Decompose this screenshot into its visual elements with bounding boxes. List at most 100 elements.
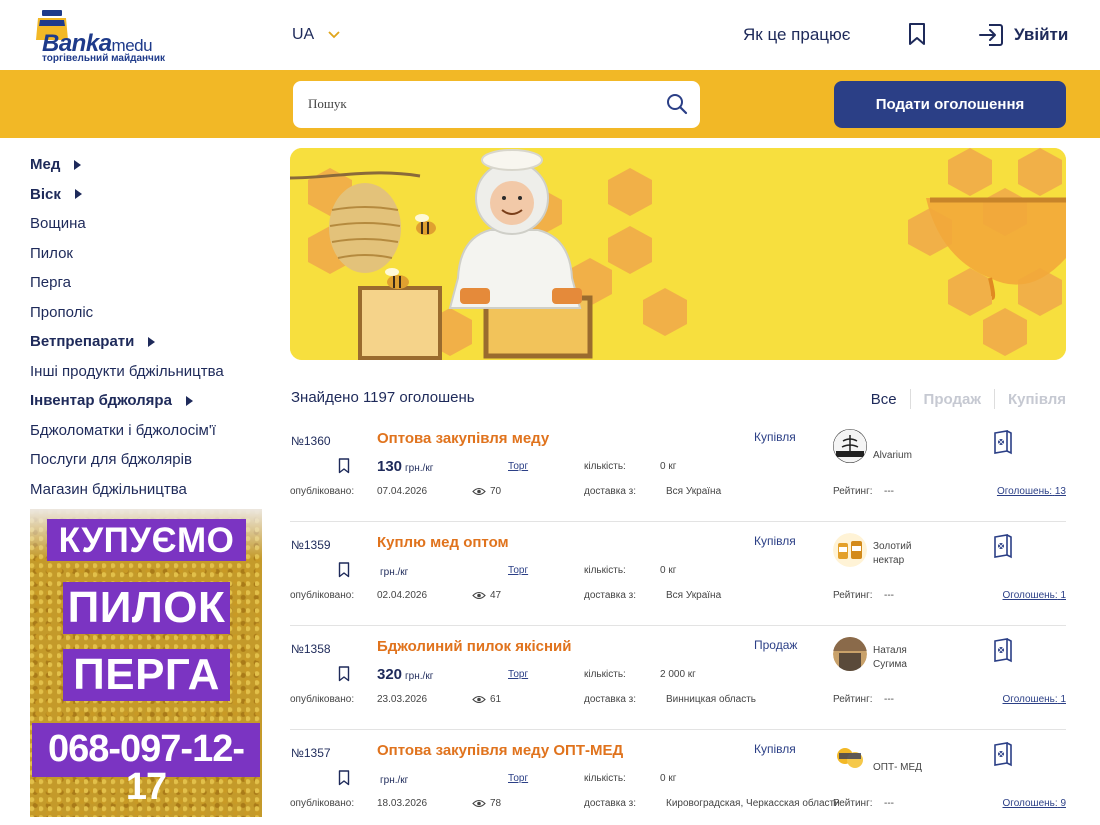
promo-line-perga: ПЕРГА [63, 649, 230, 701]
sidebar-category-label: Магазин бджільництва [30, 480, 187, 498]
published-label: опубліковано: [290, 694, 355, 705]
bargain-link[interactable]: Торг [508, 565, 528, 576]
listing-row[interactable]: №1358 Бджолиний пилок якісний Продаж 320 грн… [290, 626, 1066, 730]
listing-title[interactable]: Бджолиний пилок якісний [377, 638, 572, 655]
sidebar-category-item[interactable]: Віск [30, 180, 270, 210]
caret-right-icon [74, 159, 82, 170]
seller-name[interactable]: Золотий нектар [873, 540, 943, 568]
price-unit: грн./кг [380, 775, 409, 786]
promo-banner[interactable]: КУПУЄМО ПИЛОК ПЕРГА 068-097-12-17 [30, 509, 262, 817]
sidebar-category-item[interactable]: Пилок [30, 239, 270, 269]
seller-announcements-link[interactable]: Оголошень: 1 [1003, 694, 1067, 705]
listing-row[interactable]: №1360 Оптова закупівля меду Купівля 130 грн.… [290, 418, 1066, 522]
published-date: 07.04.2026 [377, 486, 428, 497]
logo-tagline: торгівельний майданчик [42, 53, 165, 64]
sidebar-category-item[interactable]: Інвентар бджоляра [30, 386, 270, 416]
rating-value: --- [884, 798, 894, 809]
login-button[interactable]: Увійти [978, 21, 1068, 49]
listing-number: №1358 [291, 642, 331, 656]
how-it-works-link[interactable]: Як це працює [743, 25, 850, 45]
eye-icon [472, 487, 486, 496]
published-label: опубліковано: [290, 590, 355, 601]
chevron-down-icon [328, 31, 340, 39]
listing-row[interactable]: №1357 Оптова закупівля меду ОПТ-МЕД Купівл… [290, 730, 1066, 825]
language-selector[interactable]: UA [292, 26, 340, 44]
seller-name[interactable]: Alvarium [873, 449, 943, 463]
bookmark-icon[interactable] [338, 458, 350, 474]
rating-label: Рейтинг: [833, 694, 873, 705]
bargain-link[interactable]: Торг [508, 773, 528, 784]
listing-number: №1359 [291, 538, 331, 552]
sidebar-category-label: Мед [30, 156, 61, 174]
bookmark-icon[interactable] [338, 770, 350, 786]
sidebar-category-item[interactable]: Послуги для бджолярів [30, 445, 270, 475]
rating-label: Рейтинг: [833, 798, 873, 809]
sidebar-category-item[interactable]: Ветпрепарати [30, 327, 270, 357]
seller-catalog-icon[interactable] [992, 637, 1014, 663]
category-sidebar: Мед Віск Вощина Пилок Перга Прополіс Ветпрепар… [30, 150, 270, 504]
bookmark-icon[interactable] [338, 666, 350, 682]
listing-row[interactable]: №1359 Куплю мед оптом Купівля грн./кг Торг кі… [290, 522, 1066, 626]
published-label: опубліковано: [290, 798, 355, 809]
sidebar-category-label: Ветпрепарати [30, 333, 135, 351]
announcements-prefix: Оголошень: [1002, 590, 1058, 601]
sidebar-category-item[interactable]: Прополіс [30, 298, 270, 328]
bookmark-icon[interactable] [907, 22, 927, 47]
listing-price: грн./кг [377, 770, 408, 787]
seller-announcements-link[interactable]: Оголошень: 9 [1003, 798, 1067, 809]
seller-catalog-icon[interactable] [992, 741, 1014, 767]
delivery-label: доставка з: [584, 590, 637, 601]
sidebar-category-item[interactable]: Інші продукти бджільництва [30, 357, 270, 387]
sidebar-category-label: Інвентар бджоляра [30, 392, 172, 410]
listing-price: 320 грн./кг [377, 666, 433, 683]
listing-filter-tabs: Все Продаж Купівля [871, 389, 1066, 409]
seller-catalog-icon[interactable] [992, 533, 1014, 559]
post-ad-button[interactable]: Подати оголошення [834, 81, 1066, 128]
search-input[interactable] [308, 93, 648, 115]
seller-avatar[interactable] [833, 429, 867, 463]
sidebar-category-item[interactable]: Магазин бджільництва [30, 475, 270, 505]
seller-name[interactable]: ОПТ- МЕД [873, 761, 943, 775]
caret-right-icon [74, 189, 82, 200]
listing-type: Купівля [754, 430, 796, 444]
delivery-label: доставка з: [584, 486, 637, 497]
sidebar-category-item[interactable]: Вощина [30, 209, 270, 239]
seller-announcements-link[interactable]: Оголошень: 13 [997, 486, 1066, 497]
sidebar-category-item[interactable]: Бджоломатки і бджолосім'ї [30, 416, 270, 446]
announcements-count: 9 [1060, 798, 1066, 809]
filter-tab[interactable]: Продаж [924, 391, 981, 408]
seller-announcements-link[interactable]: Оголошень: 1 [1003, 590, 1067, 601]
seller-catalog-icon[interactable] [992, 429, 1014, 455]
rating-value: --- [884, 590, 894, 601]
sidebar-category-item[interactable]: Перга [30, 268, 270, 298]
quantity-label: кількість: [584, 461, 626, 472]
search-bar-section: Подати оголошення [0, 70, 1100, 138]
published-date: 23.03.2026 [377, 694, 428, 705]
sidebar-category-label: Бджоломатки і бджолосім'ї [30, 421, 216, 439]
seller-avatar[interactable] [833, 637, 867, 671]
filter-divider [993, 389, 995, 409]
seller-avatar[interactable] [833, 741, 867, 775]
announcements-prefix: Оголошень: [1002, 694, 1058, 705]
sidebar-category-label: Інші продукти бджільництва [30, 362, 224, 380]
filter-tab[interactable]: Все [871, 391, 897, 408]
sidebar-category-item[interactable]: Мед [30, 150, 270, 180]
listing-title[interactable]: Куплю мед оптом [377, 534, 509, 551]
listing-title[interactable]: Оптова закупівля меду [377, 430, 549, 447]
promo-line-buy: КУПУЄМО [47, 519, 246, 561]
listing-title[interactable]: Оптова закупівля меду ОПТ-МЕД [377, 742, 623, 759]
bargain-link[interactable]: Торг [508, 669, 528, 680]
logo[interactable]: Bankamedu торгівельний майданчик [30, 8, 170, 64]
quantity-value: 0 кг [660, 773, 677, 784]
quantity-label: кількість: [584, 773, 626, 784]
bargain-link[interactable]: Торг [508, 461, 528, 472]
price-unit: грн./кг [380, 567, 409, 578]
language-value: UA [292, 26, 315, 43]
delivery-label: доставка з: [584, 694, 637, 705]
published-label: опубліковано: [290, 486, 355, 497]
seller-avatar[interactable] [833, 533, 867, 567]
search-icon[interactable] [666, 93, 688, 115]
seller-name[interactable]: Наталя Сугима [873, 644, 943, 672]
filter-tab[interactable]: Купівля [1008, 391, 1066, 408]
bookmark-icon[interactable] [338, 562, 350, 578]
